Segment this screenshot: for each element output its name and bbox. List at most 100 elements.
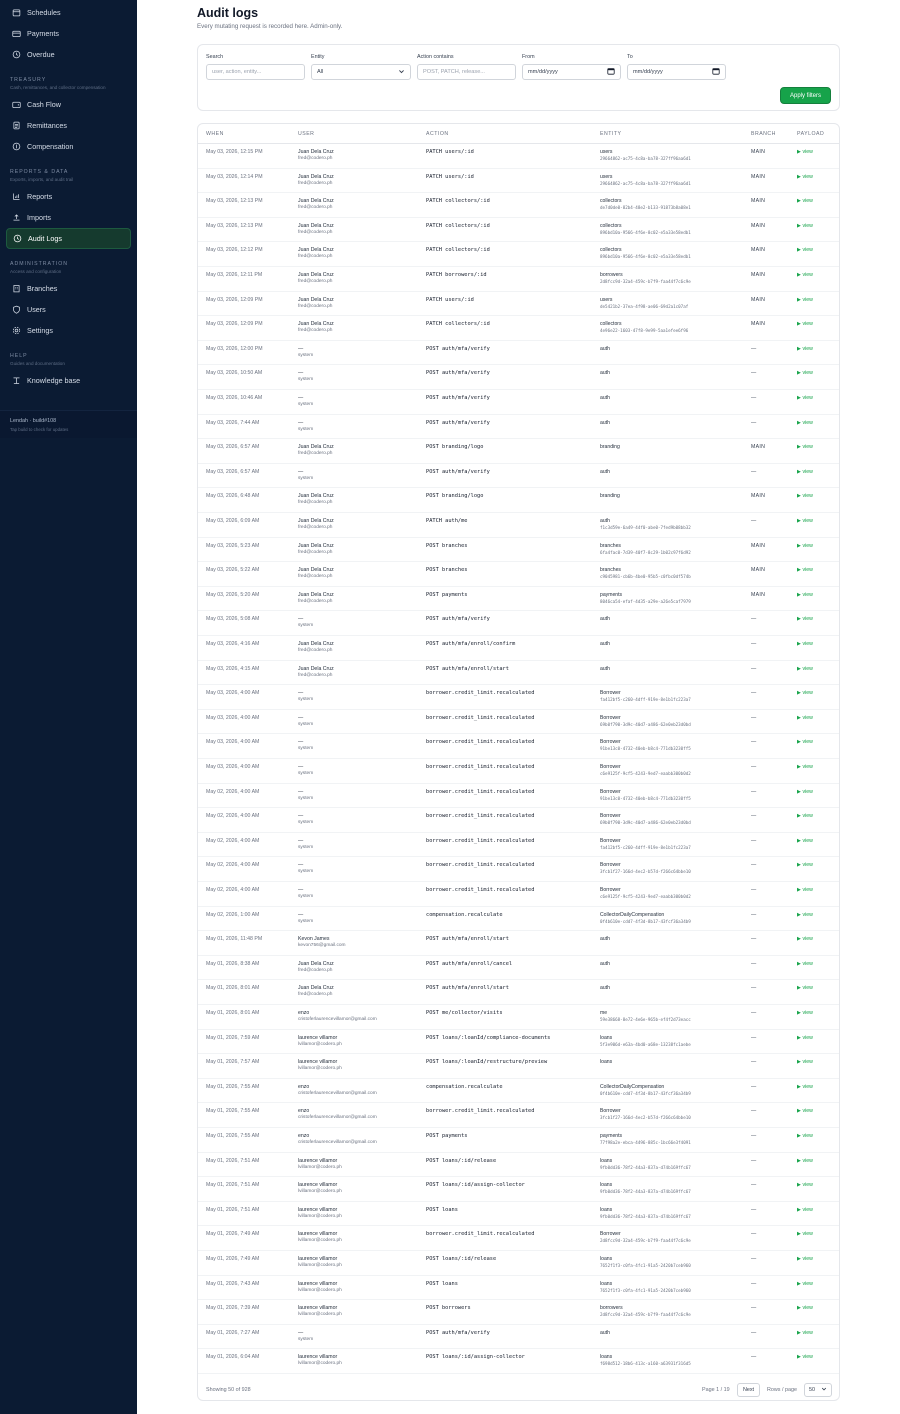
log-user: — system (298, 862, 313, 874)
log-action: POST loans (426, 1206, 458, 1213)
view-payload-link[interactable]: ▶ view (797, 1182, 813, 1188)
log-user: laurence villamor lvillamor@codero.ph (298, 1281, 342, 1293)
to-date-input[interactable]: mm/dd/yyyy (627, 64, 726, 80)
view-payload-link[interactable]: ▶ view (797, 1281, 813, 1287)
view-payload-link[interactable]: ▶ view (797, 149, 813, 155)
view-payload-link[interactable]: ▶ view (797, 1231, 813, 1237)
table-row: May 03, 2026, 5:08 AM — system POST auth/mf… (198, 611, 839, 636)
sidebar-item-audit-logs[interactable]: Audit Logs (6, 228, 131, 249)
view-payload-link[interactable]: ▶ view (797, 247, 813, 253)
log-entity: users 29664862-ac75-4c8a-ba78-327ff96aa6d… (600, 149, 691, 161)
view-payload-link[interactable]: ▶ view (797, 567, 813, 573)
sidebar-item-label: Audit Logs (28, 234, 62, 243)
apply-filters-button[interactable]: Apply filters (780, 87, 831, 104)
sidebar-item-overdue[interactable]: Overdue (0, 44, 137, 65)
view-payload-link[interactable]: ▶ view (797, 395, 813, 401)
user-name: enzo (298, 1010, 310, 1016)
view-payload-link[interactable]: ▶ view (797, 346, 813, 352)
log-entity: Borrower c6e9125f-9cf5-4243-9ed7-eaabb300… (600, 887, 691, 899)
sidebar-item-imports[interactable]: Imports (0, 207, 137, 228)
view-payload-link[interactable]: ▶ view (797, 543, 813, 549)
view-payload-link[interactable]: ▶ view (797, 715, 813, 721)
view-payload-link[interactable]: ▶ view (797, 370, 813, 376)
sidebar-item-knowledge-base[interactable]: Knowledge base (0, 370, 137, 391)
view-payload-link[interactable]: ▶ view (797, 493, 813, 499)
view-payload-link[interactable]: ▶ view (797, 739, 813, 745)
sidebar-item-settings[interactable]: Settings (0, 320, 137, 341)
view-payload-link[interactable]: ▶ view (797, 223, 813, 229)
view-payload-link[interactable]: ▶ view (797, 592, 813, 598)
view-payload-link[interactable]: ▶ view (797, 1084, 813, 1090)
calendar-icon[interactable] (607, 67, 615, 77)
sidebar-item-schedules[interactable]: Schedules (0, 2, 137, 23)
log-branch: — (751, 690, 757, 697)
view-payload-link[interactable]: ▶ view (797, 616, 813, 622)
view-payload-link[interactable]: ▶ view (797, 272, 813, 278)
view-payload-link[interactable]: ▶ view (797, 1035, 813, 1041)
sidebar-item-branches[interactable]: Branches (0, 278, 137, 299)
view-payload-link[interactable]: ▶ view (797, 1305, 813, 1311)
view-payload-link[interactable]: ▶ view (797, 1207, 813, 1213)
view-payload-link[interactable]: ▶ view (797, 444, 813, 450)
view-payload-link[interactable]: ▶ view (797, 321, 813, 327)
log-action: POST auth/mfa/enroll/cancel (426, 960, 513, 967)
build-info[interactable]: Lendah · build#108 Tap build to check fo… (0, 410, 137, 438)
view-payload-link[interactable]: ▶ view (797, 887, 813, 893)
sidebar-item-reports[interactable]: Reports (0, 186, 137, 207)
view-payload-link[interactable]: ▶ view (797, 1133, 813, 1139)
log-timestamp: May 01, 2026, 7:39 AM (206, 1305, 260, 1312)
log-entity: auth (600, 469, 610, 475)
entity-type: borrowers (600, 272, 623, 278)
view-payload-link[interactable]: ▶ view (797, 690, 813, 696)
play-icon: ▶ (797, 370, 801, 377)
view-payload-link[interactable]: ▶ view (797, 1256, 813, 1262)
entity-type: payments (600, 1133, 623, 1139)
table-row: May 03, 2026, 12:14 PM Juan Dela Cruz fred… (198, 169, 839, 194)
table-row: May 03, 2026, 6:48 AM Juan Dela Cruz fred@… (198, 488, 839, 513)
table-header: WHEN USER ACTION ENTITY BRANCH PAYLOAD (198, 124, 839, 144)
view-payload-link[interactable]: ▶ view (797, 789, 813, 795)
sidebar-item-payments[interactable]: Payments (0, 23, 137, 44)
sidebar-item-users[interactable]: Users (0, 299, 137, 320)
rows-per-page-select[interactable]: 50 (804, 1383, 832, 1397)
view-payload-link[interactable]: ▶ view (797, 297, 813, 303)
section-subtitle: Cash, remittances, and collector compens… (10, 85, 106, 90)
view-payload-link[interactable]: ▶ view (797, 936, 813, 942)
view-payload-link[interactable]: ▶ view (797, 1010, 813, 1016)
search-input[interactable]: user, action, entity... (206, 64, 305, 80)
calendar-icon[interactable] (712, 67, 720, 77)
view-payload-link[interactable]: ▶ view (797, 1059, 813, 1065)
entity-select[interactable]: All (311, 64, 411, 80)
view-payload-link[interactable]: ▶ view (797, 1330, 813, 1336)
view-payload-link[interactable]: ▶ view (797, 862, 813, 868)
entity-type: auth (600, 468, 610, 475)
view-payload-link[interactable]: ▶ view (797, 420, 813, 426)
view-payload-link[interactable]: ▶ view (797, 198, 813, 204)
from-date-input[interactable]: mm/dd/yyyy (522, 64, 621, 80)
user-name: — (298, 345, 304, 352)
view-payload-link[interactable]: ▶ view (797, 961, 813, 967)
log-action: borrower.credit_limit.recalculated (426, 788, 535, 795)
view-payload-link[interactable]: ▶ view (797, 1354, 813, 1360)
view-payload-link[interactable]: ▶ view (797, 518, 813, 524)
log-timestamp: May 03, 2026, 6:09 AM (206, 518, 260, 524)
sidebar-item-cash-flow[interactable]: Cash Flow (0, 94, 137, 115)
view-payload-link[interactable]: ▶ view (797, 469, 813, 475)
sidebar-item-compensation[interactable]: Compensation (0, 136, 137, 157)
sidebar-item-label: Schedules (27, 8, 61, 17)
view-payload-link[interactable]: ▶ view (797, 838, 813, 844)
view-payload-link[interactable]: ▶ view (797, 985, 813, 991)
view-payload-link[interactable]: ▶ view (797, 174, 813, 180)
view-payload-link[interactable]: ▶ view (797, 912, 813, 918)
action-input[interactable]: POST, PATCH, release... (417, 64, 516, 80)
entity-type: loans (600, 1059, 613, 1066)
view-payload-link[interactable]: ▶ view (797, 1108, 813, 1114)
next-page-button[interactable]: Next (737, 1383, 760, 1397)
user-name: laurence villamor (298, 1182, 338, 1189)
sidebar-item-remittances[interactable]: Remittances (0, 115, 137, 136)
view-payload-link[interactable]: ▶ view (797, 666, 813, 672)
view-payload-link[interactable]: ▶ view (797, 764, 813, 770)
view-payload-link[interactable]: ▶ view (797, 1158, 813, 1164)
view-payload-link[interactable]: ▶ view (797, 641, 813, 647)
view-payload-link[interactable]: ▶ view (797, 813, 813, 819)
